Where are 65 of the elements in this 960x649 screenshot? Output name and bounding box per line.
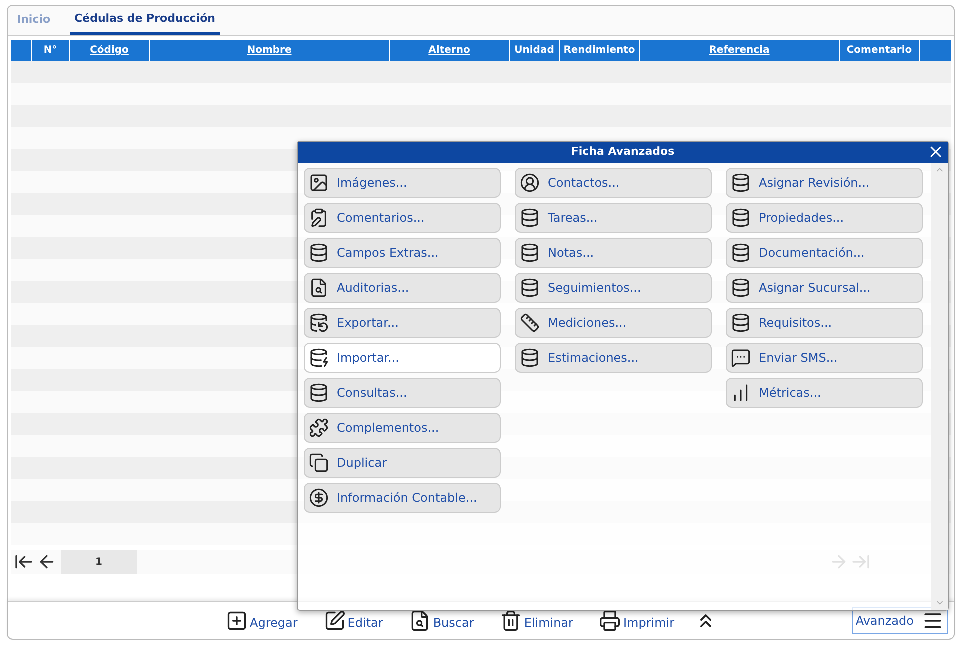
column-header: Unidad (514, 44, 554, 58)
dialog-title: Ficha Avanzados (571, 144, 675, 160)
database-icon (520, 348, 540, 368)
ruler-icon (520, 313, 540, 333)
user-icon (520, 173, 540, 193)
database-icon (731, 313, 751, 333)
toolbar-button[interactable]: Agregar (226, 610, 298, 632)
column-header: Comentario (846, 44, 912, 58)
action-button[interactable]: Métricas... (726, 378, 923, 408)
dollar-icon (309, 488, 329, 508)
action-button[interactable]: Duplicar (304, 448, 501, 478)
database-icon (731, 208, 751, 228)
action-button[interactable]: Asignar Sucursal... (726, 273, 923, 303)
printer-icon (599, 610, 622, 632)
column-header: Rendimiento (564, 44, 636, 58)
action-button[interactable]: Asignar Revisión... (726, 168, 923, 198)
action-button[interactable]: Notas... (515, 238, 712, 268)
toolbar-button[interactable]: Buscar (409, 610, 474, 632)
action-button[interactable]: Estimaciones... (515, 343, 712, 373)
copy-icon (309, 453, 329, 473)
column-header[interactable]: Nombre (247, 43, 292, 58)
database-icon (731, 278, 751, 298)
tab[interactable]: Cédulas de Producción (70, 6, 220, 35)
puzzle-icon (309, 418, 329, 438)
database-icon (520, 208, 540, 228)
image-icon (309, 173, 329, 193)
page-number: 1 (61, 550, 137, 574)
database-icon (731, 243, 751, 263)
action-button[interactable]: Importar... (304, 343, 501, 373)
message-icon (731, 348, 751, 368)
database-arrow-icon (309, 313, 329, 333)
action-button[interactable]: Mediciones... (515, 308, 712, 338)
action-button[interactable]: Complementos... (304, 413, 501, 443)
column-header[interactable]: Referencia (709, 43, 770, 58)
clipboard-icon (309, 208, 329, 228)
column-header: N° (44, 44, 58, 58)
action-button[interactable]: Comentarios... (304, 203, 501, 233)
database-icon (309, 383, 329, 403)
document-search-icon (309, 278, 329, 298)
trash-icon (500, 610, 522, 632)
toolbar-button[interactable]: Eliminar (500, 610, 574, 632)
column-header[interactable]: Alterno (428, 43, 470, 58)
toolbar-button[interactable]: Editar (324, 610, 384, 632)
action-button[interactable]: Campos Extras... (304, 238, 501, 268)
action-button[interactable]: Propiedades... (726, 203, 923, 233)
database-icon (731, 173, 751, 193)
database-icon (520, 278, 540, 298)
action-button[interactable]: Documentación... (726, 238, 923, 268)
action-button[interactable]: Enviar SMS... (726, 343, 923, 373)
action-button[interactable]: Auditorias... (304, 273, 501, 303)
column-header[interactable]: Código (90, 43, 129, 58)
action-button[interactable]: Consultas... (304, 378, 501, 408)
add-icon (226, 610, 248, 632)
action-button[interactable]: Información Contable... (304, 483, 501, 513)
edit-icon (324, 610, 346, 632)
action-button[interactable]: Exportar... (304, 308, 501, 338)
action-button[interactable]: Requisitos... (726, 308, 923, 338)
action-button[interactable]: Tareas... (515, 203, 712, 233)
database-icon (520, 243, 540, 263)
action-button[interactable]: Seguimientos... (515, 273, 712, 303)
database-icon (309, 243, 329, 263)
database-arrow-icon (309, 348, 329, 368)
action-button[interactable]: Contactos... (515, 168, 712, 198)
action-button[interactable]: Imágenes... (304, 168, 501, 198)
toolbar-button[interactable]: Imprimir (599, 610, 675, 632)
